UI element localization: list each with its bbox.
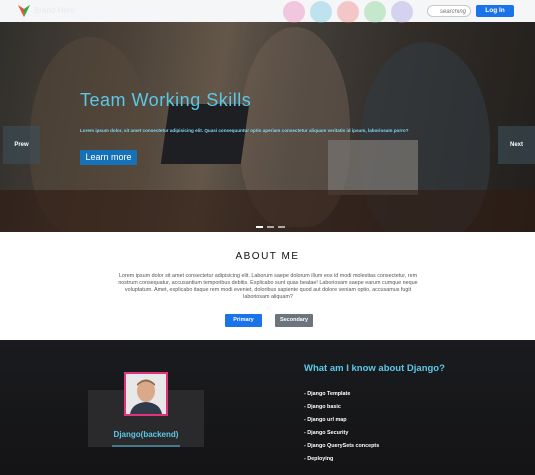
learn-more-button[interactable]: Learn more: [80, 150, 137, 165]
hero-overlay: [0, 22, 535, 232]
hero-text: Lorem ipsum dolor, sit amet consectetur …: [80, 128, 409, 133]
django-skills-list: - Django Template - Django basic - Djang…: [304, 391, 379, 469]
avatar-portrait-icon: [126, 374, 166, 414]
about-title: ABOUT ME: [235, 251, 300, 262]
login-button[interactable]: Log In: [476, 5, 514, 17]
django-section: Django(backend) What am I know about Dja…: [0, 340, 535, 475]
hero-title: Team Working Skills: [80, 90, 252, 110]
django-heading: What am I know about Django?: [304, 363, 445, 374]
nav-link-circle[interactable]: [391, 1, 413, 23]
list-item: - Django QuerySets concepts: [304, 443, 380, 449]
nav-link-circle[interactable]: [283, 1, 305, 23]
carousel-indicator[interactable]: [267, 226, 274, 228]
nav-link-circle[interactable]: [364, 1, 386, 23]
about-text: Lorem ipsum dolor sit amet consectetur a…: [118, 273, 418, 300]
nav-link-circle[interactable]: [337, 1, 359, 23]
list-item: - Deploying: [304, 456, 334, 462]
nav-links: [283, 1, 413, 23]
logo-icon[interactable]: [16, 2, 32, 18]
carousel-next-button[interactable]: Next: [498, 126, 535, 164]
list-item: - Django basic: [304, 404, 341, 410]
hero-carousel: Team Working Skills Lorem ipsum dolor, s…: [0, 22, 535, 232]
profile-underline: [112, 445, 180, 447]
list-item: - Django Security: [304, 430, 349, 436]
carousel-prev-button[interactable]: Prew: [3, 126, 40, 164]
carousel-indicator[interactable]: [256, 226, 263, 228]
list-item: - Django url map: [304, 417, 347, 423]
about-section: ABOUT ME Lorem ipsum dolor sit amet cons…: [0, 232, 535, 340]
carousel-indicator[interactable]: [278, 226, 285, 228]
navbar: Brand Here Log In: [0, 0, 535, 23]
list-item: - Django Template: [304, 391, 351, 397]
nav-link-circle[interactable]: [310, 1, 332, 23]
logo-text[interactable]: Brand Here: [34, 6, 75, 15]
search-input[interactable]: [427, 5, 471, 17]
secondary-button[interactable]: Secondary: [275, 314, 313, 327]
carousel-indicators: [256, 226, 285, 228]
avatar: [124, 372, 168, 416]
primary-button[interactable]: Primary: [225, 314, 262, 327]
profile-name: Django(backend): [113, 430, 179, 439]
